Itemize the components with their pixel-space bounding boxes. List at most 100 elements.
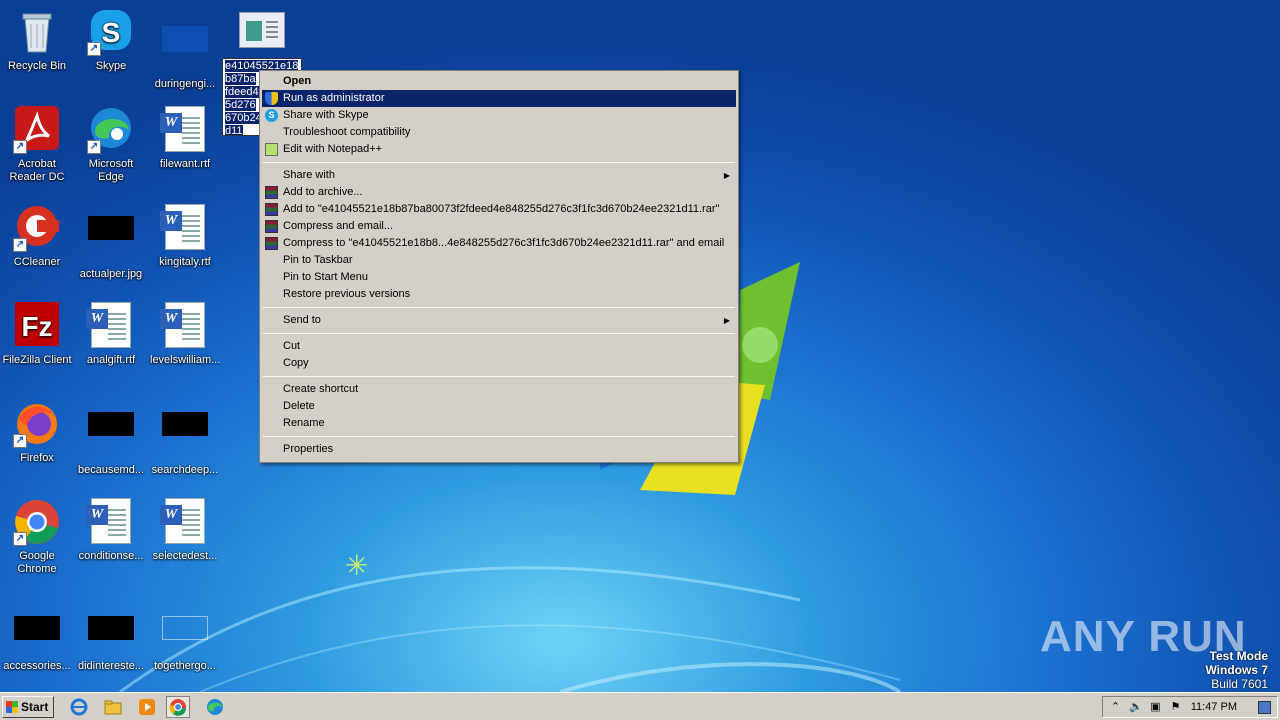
menu-separator: [263, 333, 735, 334]
desktop-icon-analgift[interactable]: W analgift.rtf: [74, 302, 148, 367]
desktop-icon-filezilla[interactable]: Fz FileZilla Client: [0, 302, 74, 367]
clock[interactable]: 11:47 PM: [1191, 701, 1237, 713]
skype-icon: S ↗: [87, 8, 135, 56]
desktop-icon-firefox[interactable]: ↗ Firefox: [0, 400, 74, 465]
desktop-icon-label: togethergo...: [154, 660, 216, 672]
acrobat-icon: ↗: [13, 106, 61, 154]
desktop-icon-kingitaly[interactable]: W kingitaly.rtf: [148, 204, 222, 269]
menu-item-send-to[interactable]: Send to ▶: [262, 312, 736, 329]
menu-item-copy[interactable]: Copy: [262, 355, 736, 372]
file-thumbnail-icon: [161, 26, 209, 74]
desktop-icon-becausemd[interactable]: becausemd...: [74, 400, 148, 477]
menu-item-add-to-archive[interactable]: Add to archive...: [262, 184, 736, 201]
desktop-icon-label: becausemd...: [77, 464, 145, 476]
uac-shield-icon: [265, 92, 278, 105]
desktop-icon-duringengi[interactable]: duringengi...: [148, 8, 222, 91]
shortcut-arrow-icon: ↗: [13, 140, 27, 154]
edge-taskbar-icon[interactable]: [206, 698, 224, 716]
menu-item-open[interactable]: Open: [262, 73, 736, 90]
menu-item-add-to-rar[interactable]: Add to "e41045521e18b87ba80073f2fdeed4e8…: [262, 201, 736, 218]
desktop-icon-label: kingitaly.rtf: [159, 256, 211, 268]
desktop-icon-didintereste[interactable]: didintereste...: [74, 602, 148, 673]
menu-item-share-with[interactable]: Share with ▶: [262, 167, 736, 184]
desktop-icon-actualper[interactable]: actualper.jpg: [74, 204, 148, 281]
shortcut-arrow-icon: ↗: [13, 238, 27, 252]
desktop-icon-label: CCleaner: [13, 256, 61, 268]
menu-item-pin-to-taskbar[interactable]: Pin to Taskbar: [262, 252, 736, 269]
desktop-icon-skype[interactable]: S ↗ Skype: [74, 8, 148, 73]
desktop-icon-chrome[interactable]: ↗ Google Chrome: [0, 498, 74, 576]
menu-item-restore-previous-versions[interactable]: Restore previous versions: [262, 286, 736, 303]
desktop-icon-ccleaner[interactable]: ↗ CCleaner: [0, 204, 74, 269]
file-explorer-icon[interactable]: [104, 698, 122, 716]
desktop-icon-accessories[interactable]: accessories...: [0, 602, 74, 673]
desktop-icon-edge[interactable]: ↗ Microsoft Edge: [74, 106, 148, 184]
menu-item-run-as-administrator[interactable]: Run as administrator: [262, 90, 736, 107]
executable-icon: [239, 12, 285, 48]
menu-separator: [263, 162, 735, 163]
submenu-arrow-icon: ▶: [723, 316, 730, 325]
word-document-icon: W: [160, 302, 209, 350]
desktop-icon-label: Google Chrome: [17, 550, 57, 575]
menu-item-rename[interactable]: Rename: [262, 415, 736, 432]
desktop-icon-label: searchdeep...: [151, 464, 219, 476]
menu-item-edit-with-notepadpp[interactable]: Edit with Notepad++: [262, 141, 736, 158]
desktop-icon-conditionse[interactable]: W conditionse...: [74, 498, 148, 563]
menu-separator: [263, 307, 735, 308]
menu-separator: [263, 376, 735, 377]
menu-item-properties[interactable]: Properties: [262, 441, 736, 458]
desktop-icon-label: selectedest...: [152, 550, 218, 562]
start-button[interactable]: Start: [2, 696, 54, 718]
word-document-icon: W: [160, 498, 209, 546]
desktop-icon-label: levelswilliam...: [150, 354, 221, 366]
file-thumbnail-icon: [161, 616, 209, 656]
desktop-icon-acrobat[interactable]: ↗ Acrobat Reader DC: [0, 106, 74, 184]
desktop-icon-label: accessories...: [3, 660, 71, 672]
firefox-icon: ↗: [13, 400, 61, 448]
desktop-icon-label: FileZilla Client: [2, 354, 72, 366]
menu-item-compress-to-rar-and-email[interactable]: Compress to "e41045521e18b8...4e848255d2…: [262, 235, 736, 252]
watermark-line-3: Build 7601: [1211, 677, 1268, 691]
menu-item-share-with-skype[interactable]: S Share with Skype: [262, 107, 736, 124]
volume-icon[interactable]: 🔈: [1129, 701, 1143, 714]
network-icon[interactable]: ▣: [1149, 701, 1162, 714]
action-center-flag-icon[interactable]: ⚑: [1169, 701, 1182, 714]
menu-item-cut[interactable]: Cut: [262, 338, 736, 355]
menu-item-delete[interactable]: Delete: [262, 398, 736, 415]
show-hidden-icons-icon[interactable]: ⌃: [1109, 701, 1122, 714]
watermark-line-2: Windows 7: [1205, 663, 1268, 677]
image-thumbnail-icon: [87, 412, 135, 460]
menu-item-troubleshoot-compatibility[interactable]: Troubleshoot compatibility: [262, 124, 736, 141]
submenu-arrow-icon: ▶: [723, 171, 730, 180]
desktop-icon-label: filewant.rtf: [159, 158, 211, 170]
winrar-icon: [265, 220, 278, 233]
menu-item-compress-and-email[interactable]: Compress and email...: [262, 218, 736, 235]
desktop-icon-searchdeep[interactable]: searchdeep...: [148, 400, 222, 477]
show-desktop-icon[interactable]: [1258, 701, 1271, 714]
desktop-icon-label: duringengi...: [154, 78, 216, 90]
desktop-icon-filewant[interactable]: W filewant.rtf: [148, 106, 222, 171]
word-document-icon: W: [86, 302, 135, 350]
word-document-icon: W: [160, 204, 209, 252]
desktop-icon-recycle-bin[interactable]: Recycle Bin: [0, 8, 74, 73]
internet-explorer-icon[interactable]: [70, 698, 88, 716]
desktop-icon-togethergo[interactable]: togethergo...: [148, 602, 222, 673]
filezilla-icon: Fz: [13, 302, 61, 350]
context-menu: Open Run as administrator S Share with Sk…: [259, 70, 739, 463]
system-tray: ⌃ 🔈 ▣ ⚑ 11:47 PM: [1102, 696, 1278, 718]
word-document-icon: W: [160, 106, 209, 154]
image-thumbnail-icon: [13, 616, 61, 656]
shortcut-arrow-icon: ↗: [13, 434, 27, 448]
desktop-icon-levelswilliam[interactable]: W levelswilliam...: [148, 302, 222, 367]
image-thumbnail-icon: [87, 216, 135, 264]
winrar-icon: [265, 237, 278, 250]
menu-item-create-shortcut[interactable]: Create shortcut: [262, 381, 736, 398]
desktop-icon-label: analgift.rtf: [86, 354, 136, 366]
svg-text:✳: ✳: [345, 549, 368, 582]
media-player-icon[interactable]: [138, 698, 156, 716]
desktop-icon-selectedest[interactable]: W selectedest...: [148, 498, 222, 563]
chrome-taskbar-icon[interactable]: [166, 696, 190, 718]
menu-item-pin-to-start-menu[interactable]: Pin to Start Menu: [262, 269, 736, 286]
image-thumbnail-icon: [87, 616, 135, 656]
svg-text:Fz: Fz: [21, 311, 52, 342]
